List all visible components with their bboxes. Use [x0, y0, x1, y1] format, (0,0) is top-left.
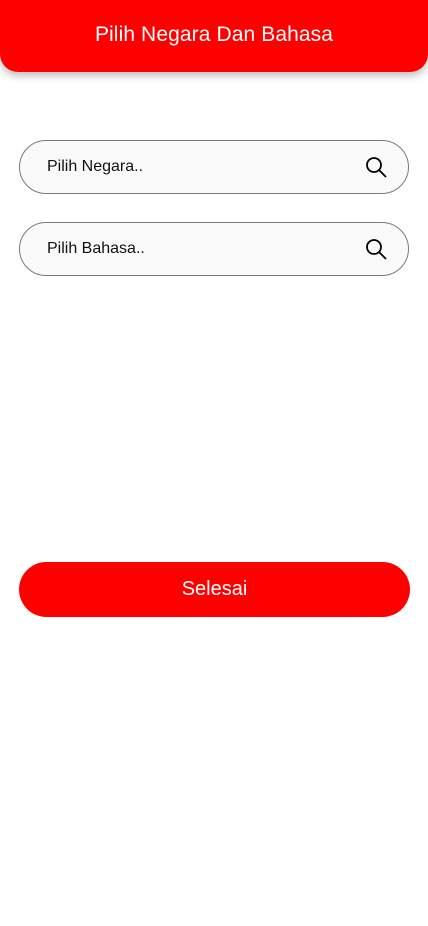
country-input[interactable]	[47, 152, 364, 182]
language-input[interactable]	[47, 234, 364, 264]
search-icon[interactable]	[364, 155, 388, 179]
language-search-field[interactable]	[19, 222, 409, 276]
done-button[interactable]: Selesai	[19, 562, 410, 617]
country-language-screen: Pilih Negara Dan Bahasa Selesai	[0, 0, 428, 926]
search-icon[interactable]	[364, 237, 388, 261]
app-header: Pilih Negara Dan Bahasa	[0, 0, 428, 72]
page-title: Pilih Negara Dan Bahasa	[94, 23, 334, 46]
country-search-field[interactable]	[19, 140, 409, 194]
